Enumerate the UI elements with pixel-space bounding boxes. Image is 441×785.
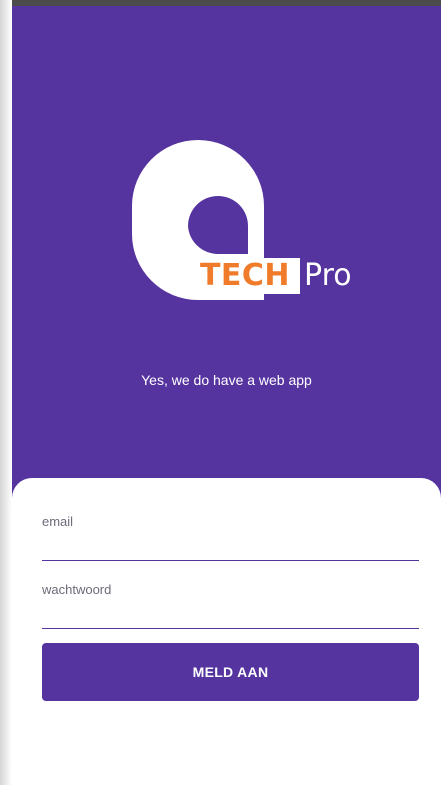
- login-button[interactable]: MELD AAN: [42, 643, 419, 701]
- hero-section: TECH Pro Yes, we do have a web app: [12, 6, 441, 516]
- email-input[interactable]: [42, 536, 419, 560]
- email-field: email: [42, 508, 419, 561]
- app-window: TECH Pro Yes, we do have a web app email…: [0, 0, 441, 785]
- left-shadow: [0, 0, 12, 785]
- logo-tech-text: TECH: [190, 258, 300, 294]
- password-input[interactable]: [42, 604, 419, 628]
- login-card: email wachtwoord MELD AAN: [12, 478, 441, 785]
- logo-pro-text: Pro: [304, 258, 352, 293]
- password-label: wachtwoord: [42, 582, 112, 597]
- tagline: Yes, we do have a web app: [141, 372, 312, 388]
- password-field: wachtwoord: [42, 576, 419, 629]
- app-logo: TECH Pro: [132, 140, 372, 300]
- email-label: email: [42, 514, 74, 529]
